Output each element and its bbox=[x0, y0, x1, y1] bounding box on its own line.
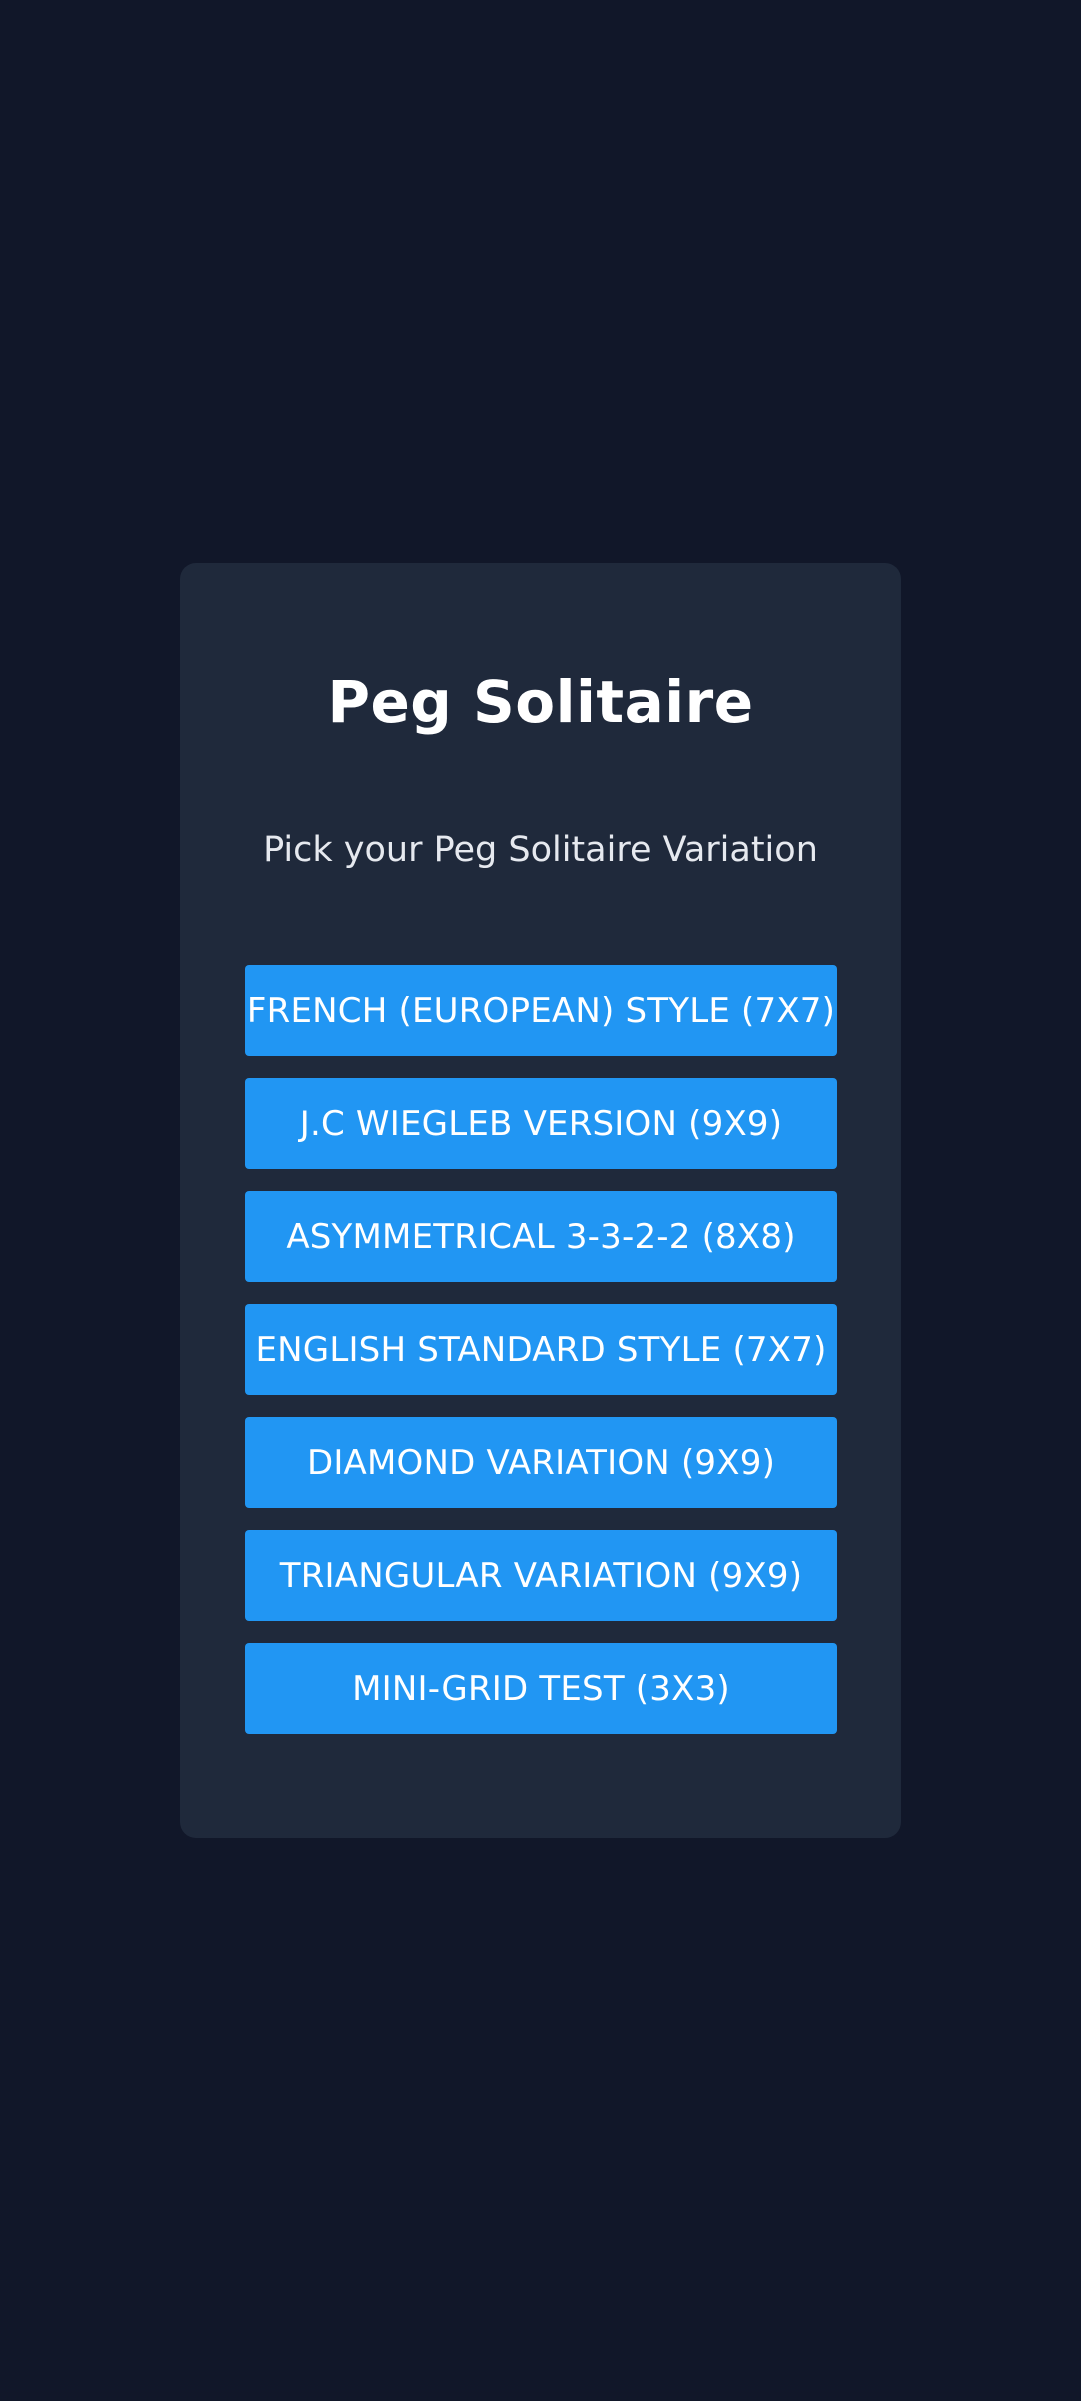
english-standard-style-button[interactable]: ENGLISH STANDARD STYLE (7X7) bbox=[245, 1304, 837, 1395]
variation-picker-card: Peg Solitaire Pick your Peg Solitaire Va… bbox=[180, 563, 901, 1838]
french-european-style-button[interactable]: FRENCH (EUROPEAN) STYLE (7X7) bbox=[245, 965, 837, 1056]
diamond-variation-button[interactable]: DIAMOND VARIATION (9X9) bbox=[245, 1417, 837, 1508]
asymmetrical-3322-button[interactable]: ASYMMETRICAL 3-3-2-2 (8X8) bbox=[245, 1191, 837, 1282]
page-subtitle: Pick your Peg Solitaire Variation bbox=[263, 830, 818, 870]
page-title: Peg Solitaire bbox=[327, 668, 754, 736]
variation-button-list: FRENCH (EUROPEAN) STYLE (7X7) J.C WIEGLE… bbox=[245, 965, 837, 1734]
triangular-variation-button[interactable]: TRIANGULAR VARIATION (9X9) bbox=[245, 1530, 837, 1621]
mini-grid-test-button[interactable]: MINI-GRID TEST (3X3) bbox=[245, 1643, 837, 1734]
jc-wiegleb-version-button[interactable]: J.C WIEGLEB VERSION (9X9) bbox=[245, 1078, 837, 1169]
